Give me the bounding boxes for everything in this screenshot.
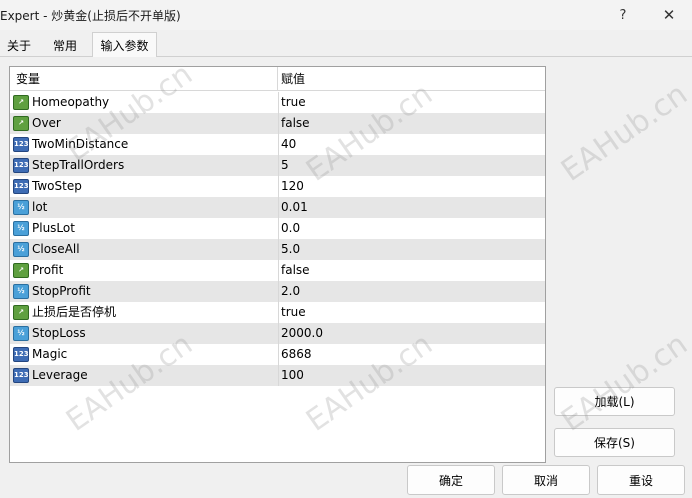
column-header-value[interactable]: 赋值: [278, 67, 545, 91]
column-divider: [278, 365, 279, 386]
parameter-value[interactable]: 0.01: [281, 197, 308, 218]
table-row[interactable]: ↗ Over false: [10, 113, 545, 134]
help-button[interactable]: ?: [600, 0, 646, 30]
table-row[interactable]: ↗ Profit false: [10, 260, 545, 281]
tab-strip: 关于 常用 输入参数: [0, 32, 692, 57]
parameter-name: Homeopathy: [32, 95, 110, 109]
parameter-name: PlusLot: [32, 221, 75, 235]
int-param-icon: 123: [13, 137, 29, 152]
column-divider: [278, 281, 279, 302]
parameter-name: lot: [32, 200, 48, 214]
parameter-name: Leverage: [32, 368, 88, 382]
column-divider: [278, 176, 279, 197]
save-button[interactable]: 保存(S): [554, 428, 675, 457]
watermark: EAHub.cn: [555, 326, 692, 439]
close-button[interactable]: ✕: [646, 0, 692, 30]
parameter-value[interactable]: true: [281, 92, 306, 113]
table-row[interactable]: ½ StopProfit 2.0: [10, 281, 545, 302]
tab-label: 关于: [6, 39, 31, 53]
table-row[interactable]: 123 StepTrallOrders 5: [10, 155, 545, 176]
column-divider: [278, 239, 279, 260]
column-header-variable[interactable]: 变量: [10, 67, 278, 91]
parameter-name: 止损后是否停机: [32, 305, 117, 319]
parameter-value[interactable]: 5: [281, 155, 289, 176]
table-row[interactable]: ½ lot 0.01: [10, 197, 545, 218]
bool-param-icon: ↗: [13, 263, 29, 278]
parameter-value[interactable]: true: [281, 302, 306, 323]
parameter-value[interactable]: false: [281, 260, 310, 281]
table-row[interactable]: 123 Leverage 100: [10, 365, 545, 386]
table-row[interactable]: 123 TwoMinDistance 40: [10, 134, 545, 155]
parameter-value[interactable]: 2000.0: [281, 323, 323, 344]
grid-header: 变量 赋值: [10, 67, 545, 91]
int-param-icon: 123: [13, 368, 29, 383]
load-button[interactable]: 加载(L): [554, 387, 675, 416]
parameter-value[interactable]: 120: [281, 176, 304, 197]
parameter-name: StepTrallOrders: [32, 158, 125, 172]
column-divider: [278, 344, 279, 365]
double-param-icon: ½: [13, 200, 29, 215]
tab-label: 常用: [52, 39, 77, 53]
column-divider: [278, 197, 279, 218]
parameter-name: TwoMinDistance: [32, 137, 129, 151]
bool-param-icon: ↗: [13, 116, 29, 131]
int-param-icon: 123: [13, 179, 29, 194]
table-row[interactable]: 123 TwoStep 120: [10, 176, 545, 197]
tab-inputs[interactable]: 输入参数: [92, 32, 157, 57]
parameter-name: TwoStep: [32, 179, 82, 193]
double-param-icon: ½: [13, 326, 29, 341]
cancel-button[interactable]: 取消: [502, 465, 590, 495]
column-divider: [278, 302, 279, 323]
reset-button[interactable]: 重设: [597, 465, 685, 495]
table-row[interactable]: 123 Magic 6868: [10, 344, 545, 365]
tab-about[interactable]: 关于: [0, 35, 38, 56]
column-divider: [278, 155, 279, 176]
table-row[interactable]: ½ StopLoss 2000.0: [10, 323, 545, 344]
parameter-value[interactable]: 40: [281, 134, 296, 155]
parameter-name: StopProfit: [32, 284, 91, 298]
bool-param-icon: ↗: [13, 305, 29, 320]
column-divider: [278, 218, 279, 239]
parameter-name: CloseAll: [32, 242, 80, 256]
column-divider: [278, 134, 279, 155]
int-param-icon: 123: [13, 158, 29, 173]
column-divider: [278, 92, 279, 113]
watermark: EAHub.cn: [555, 76, 692, 189]
double-param-icon: ½: [13, 242, 29, 257]
table-row[interactable]: ½ CloseAll 5.0: [10, 239, 545, 260]
column-divider: [278, 113, 279, 134]
int-param-icon: 123: [13, 347, 29, 362]
ok-button[interactable]: 确定: [407, 465, 495, 495]
title-bar: Expert - 炒黄金(止损后不开单版) ? ✕: [0, 0, 692, 30]
parameter-value[interactable]: 100: [281, 365, 304, 386]
parameter-name: Magic: [32, 347, 68, 361]
column-divider: [278, 260, 279, 281]
parameters-grid[interactable]: 变量 赋值 ↗ Homeopathy true ↗ Over false 123 TwoMin…: [9, 66, 546, 463]
table-row[interactable]: ↗ 止损后是否停机 true: [10, 302, 545, 323]
table-row[interactable]: ½ PlusLot 0.0: [10, 218, 545, 239]
parameter-value[interactable]: 6868: [281, 344, 312, 365]
parameter-value[interactable]: 0.0: [281, 218, 300, 239]
parameter-name: StopLoss: [32, 326, 86, 340]
tab-common[interactable]: 常用: [44, 35, 86, 56]
parameter-value[interactable]: 2.0: [281, 281, 300, 302]
parameter-name: Over: [32, 116, 61, 130]
bool-param-icon: ↗: [13, 95, 29, 110]
tab-label: 输入参数: [100, 38, 149, 53]
table-row[interactable]: ↗ Homeopathy true: [10, 92, 545, 113]
parameter-value[interactable]: 5.0: [281, 239, 300, 260]
parameter-value[interactable]: false: [281, 113, 310, 134]
window-title: Expert - 炒黄金(止损后不开单版): [0, 9, 181, 23]
double-param-icon: ½: [13, 284, 29, 299]
parameter-name: Profit: [32, 263, 64, 277]
close-icon: ✕: [662, 6, 676, 24]
double-param-icon: ½: [13, 221, 29, 236]
help-icon: ?: [619, 7, 627, 23]
column-divider: [278, 323, 279, 344]
